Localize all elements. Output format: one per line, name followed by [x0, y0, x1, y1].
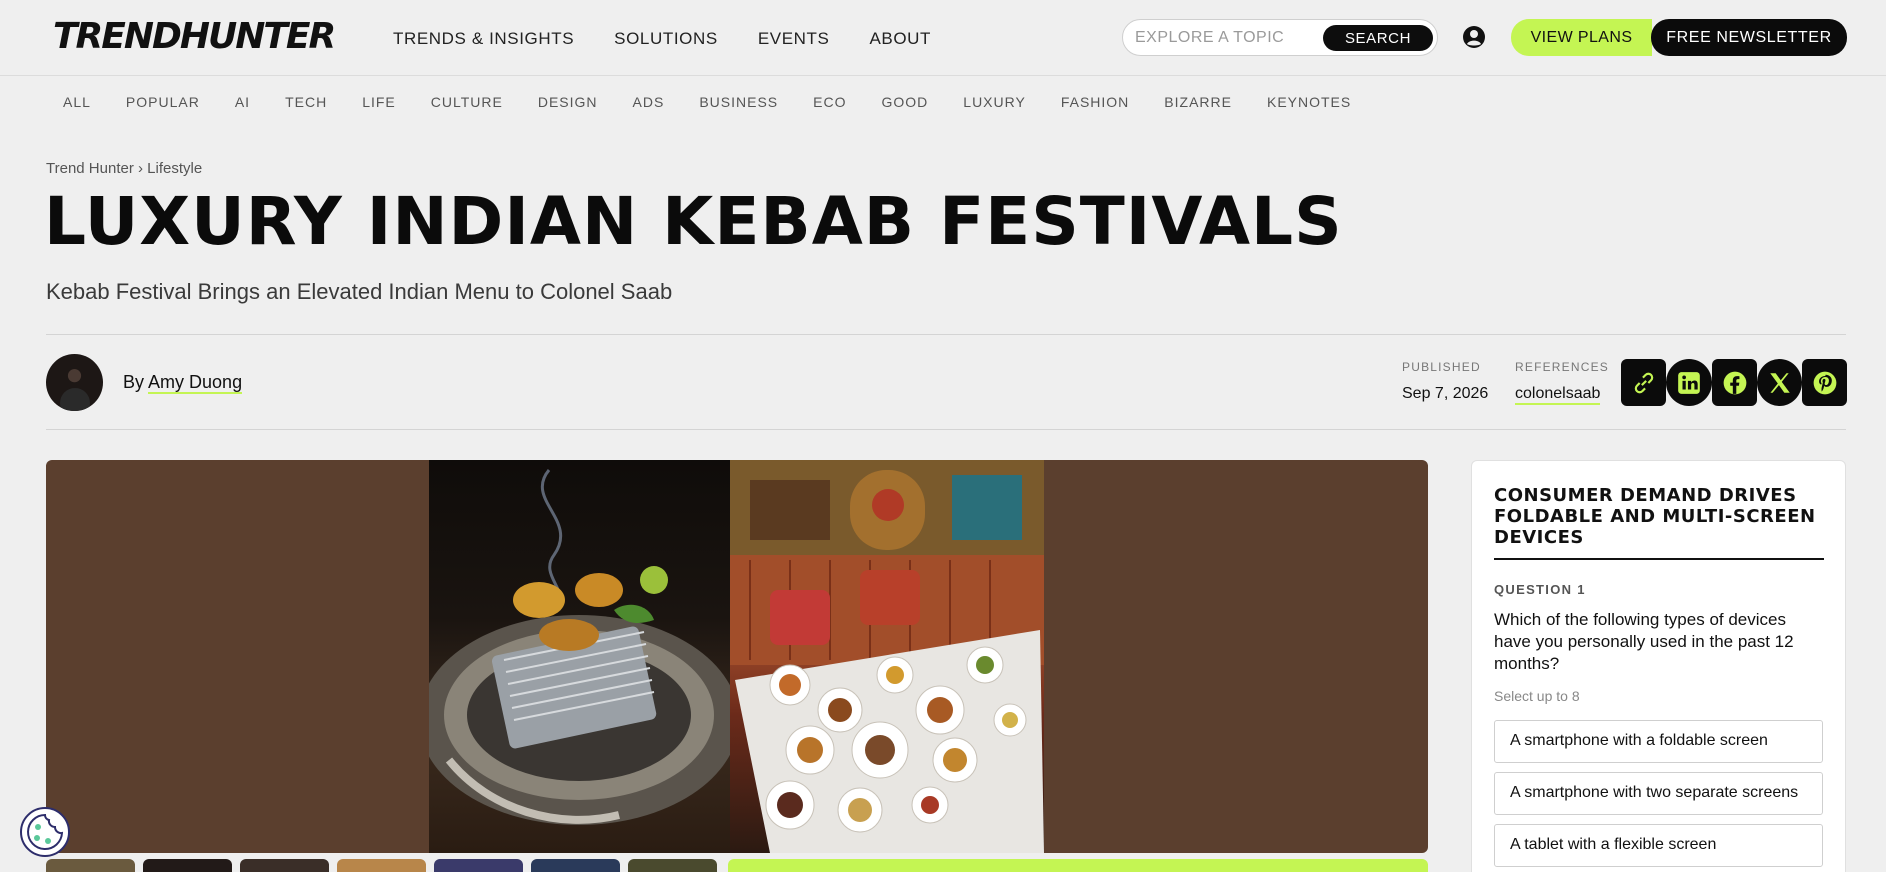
breadcrumb-separator: ›: [138, 160, 143, 177]
category-tech[interactable]: TECH: [285, 94, 327, 110]
top-bar: TRENDHUNTER TRENDS & INSIGHTS SOLUTIONS …: [0, 0, 1886, 76]
logo[interactable]: TRENDHUNTER: [53, 16, 336, 57]
pinterest-icon: [1813, 371, 1836, 394]
search-button[interactable]: SEARCH: [1323, 25, 1433, 51]
thumbnail[interactable]: [531, 859, 620, 872]
category-popular[interactable]: POPULAR: [126, 94, 200, 110]
thumbnail[interactable]: [434, 859, 523, 872]
hero-image[interactable]: [46, 460, 1428, 853]
cookie-settings-button[interactable]: [20, 807, 70, 857]
share-pinterest[interactable]: [1802, 359, 1847, 406]
category-fashion[interactable]: FASHION: [1061, 94, 1129, 110]
thumbnail[interactable]: [628, 859, 717, 872]
category-good[interactable]: GOOD: [882, 94, 929, 110]
references-label: REFERENCES: [1515, 360, 1610, 374]
author-avatar[interactable]: [46, 354, 103, 411]
page-subtitle: Kebab Festival Brings an Elevated Indian…: [46, 279, 673, 304]
category-business[interactable]: BUSINESS: [699, 94, 778, 110]
share-facebook[interactable]: [1712, 359, 1757, 406]
search-box: SEARCH: [1122, 19, 1438, 56]
poll-question: Which of the following types of devices …: [1494, 610, 1794, 673]
poll-hint: Select up to 8: [1494, 688, 1580, 704]
share-x[interactable]: [1757, 359, 1802, 406]
category-ads[interactable]: ADS: [633, 94, 665, 110]
poll-option[interactable]: A smartphone with two separate screens: [1494, 772, 1823, 815]
account-icon[interactable]: [1462, 25, 1486, 49]
category-luxury[interactable]: LUXURY: [963, 94, 1026, 110]
thumbnail[interactable]: [337, 859, 426, 872]
thumbnail[interactable]: [46, 859, 135, 872]
divider: [46, 429, 1846, 430]
category-eco[interactable]: ECO: [813, 94, 846, 110]
view-plans-button[interactable]: VIEW PLANS: [1511, 19, 1652, 56]
page-title: LUXURY INDIAN KEBAB FESTIVALS: [44, 183, 1343, 260]
category-bizarre[interactable]: BIZARRE: [1164, 94, 1232, 110]
divider: [46, 334, 1846, 335]
poll-panel: CONSUMER DEMAND DRIVES FOLDABLE AND MULT…: [1471, 460, 1846, 872]
cookie-icon: [27, 813, 64, 850]
published-date: Sep 7, 2026: [1402, 385, 1489, 402]
nav-about[interactable]: ABOUT: [869, 29, 931, 49]
category-ai[interactable]: AI: [235, 94, 250, 110]
reference-link[interactable]: colonelsaab: [1515, 385, 1601, 405]
thumbnail[interactable]: [143, 859, 232, 872]
category-life[interactable]: LIFE: [362, 94, 396, 110]
x-icon: [1769, 372, 1790, 393]
restaurant-table-photo: [730, 460, 1044, 853]
category-culture[interactable]: CULTURE: [431, 94, 503, 110]
nav-trends-insights[interactable]: TRENDS & INSIGHTS: [393, 29, 574, 49]
thumbnail[interactable]: [240, 859, 329, 872]
nav-solutions[interactable]: SOLUTIONS: [614, 29, 718, 49]
accent-bar: [728, 859, 1428, 872]
linkedin-icon: [1678, 371, 1700, 394]
share-copy-link[interactable]: [1621, 359, 1666, 406]
author-link[interactable]: Amy Duong: [148, 372, 243, 394]
byline: By Amy Duong: [123, 372, 243, 394]
byline-prefix: By: [123, 372, 145, 392]
main-nav: TRENDS & INSIGHTS SOLUTIONS EVENTS ABOUT: [393, 29, 931, 49]
category-all[interactable]: ALL: [63, 94, 91, 110]
poll-option[interactable]: A smartphone with a foldable screen: [1494, 720, 1823, 763]
category-keynotes[interactable]: KEYNOTES: [1267, 94, 1351, 110]
poll-title: CONSUMER DEMAND DRIVES FOLDABLE AND MULT…: [1494, 485, 1816, 548]
poll-divider: [1494, 558, 1824, 560]
facebook-icon: [1723, 371, 1746, 394]
share-linkedin[interactable]: [1666, 359, 1712, 406]
category-nav: ALL POPULAR AI TECH LIFE CULTURE DESIGN …: [63, 94, 1351, 110]
breadcrumb-root[interactable]: Trend Hunter: [46, 160, 134, 177]
breadcrumb-section[interactable]: Lifestyle: [147, 160, 202, 177]
free-newsletter-button[interactable]: FREE NEWSLETTER: [1651, 19, 1847, 56]
breadcrumb: Trend Hunter › Lifestyle: [46, 160, 202, 177]
question-label: QUESTION 1: [1494, 582, 1586, 597]
nav-events[interactable]: EVENTS: [758, 29, 830, 49]
published-label: PUBLISHED: [1402, 360, 1481, 374]
poll-option[interactable]: A tablet with a flexible screen: [1494, 824, 1823, 867]
category-design[interactable]: DESIGN: [538, 94, 598, 110]
link-icon: [1634, 372, 1653, 393]
search-input[interactable]: [1135, 27, 1315, 49]
thumbnail-strip: [46, 859, 717, 872]
kebab-grill-photo: [429, 460, 730, 853]
